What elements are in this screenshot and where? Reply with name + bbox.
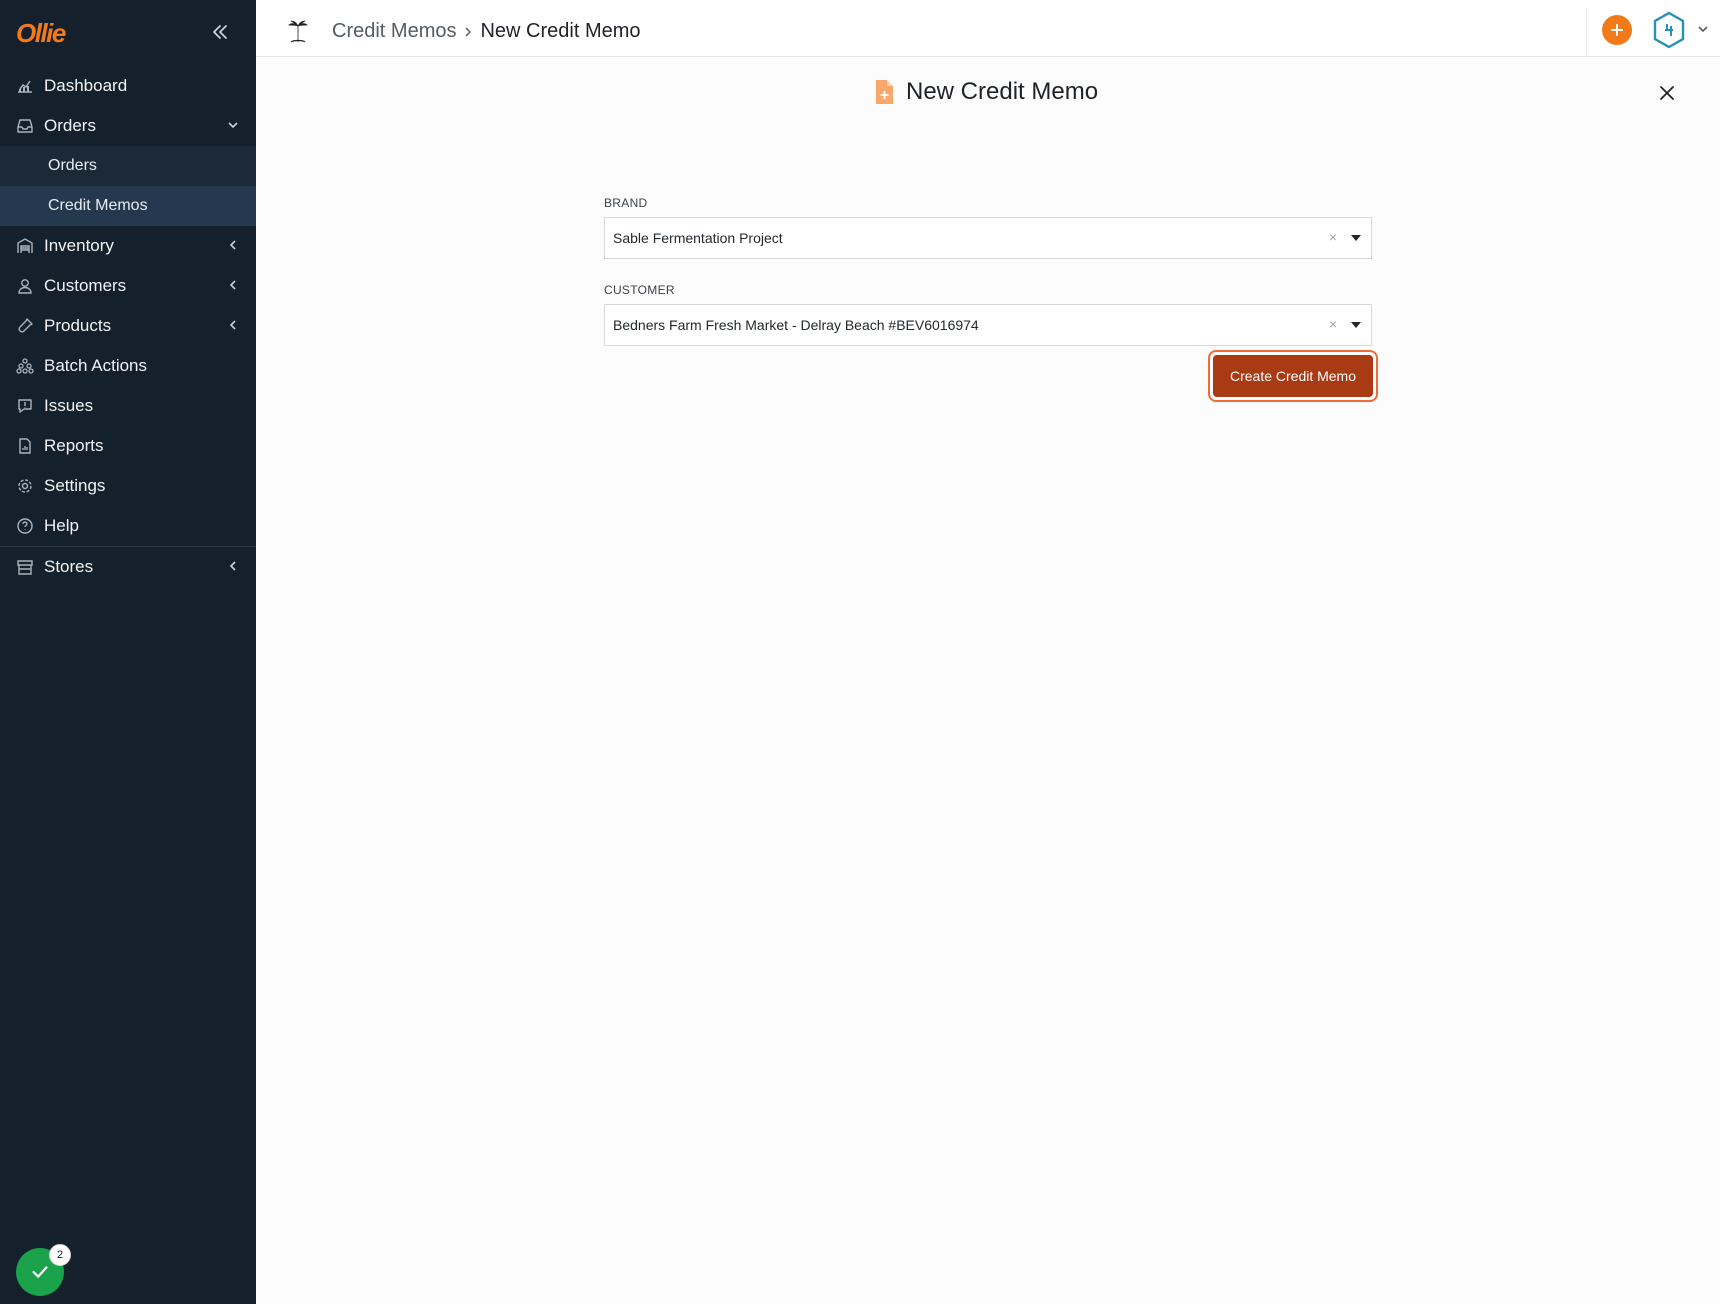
gear-icon [16, 477, 34, 495]
chevron-left-icon [229, 561, 236, 571]
sidebar-item-orders[interactable]: Orders [0, 106, 256, 146]
chevron-left-icon [229, 240, 236, 250]
chart-icon [16, 77, 34, 95]
status-count-badge: 2 [49, 1244, 71, 1266]
sidebar-item-products[interactable]: Products [0, 306, 256, 346]
sidebar-item-label: Dashboard [44, 76, 128, 95]
clear-customer-icon[interactable]: × [1329, 317, 1341, 331]
sidebar-subitem-credit-memos[interactable]: Credit Memos [0, 186, 256, 226]
create-credit-memo-button[interactable]: Create Credit Memo [1213, 355, 1373, 397]
collapse-sidebar-icon[interactable] [208, 20, 232, 44]
report-icon [16, 437, 34, 455]
sidebar: Ollie Dashboard Orders Orders Credit Mem… [0, 0, 256, 1304]
sidebar-item-settings[interactable]: Settings [0, 466, 256, 506]
store-icon [16, 558, 34, 576]
breadcrumb: Credit Memos New Credit Memo [332, 20, 641, 43]
plus-icon [1611, 24, 1623, 36]
page-title-text: New Credit Memo [906, 78, 1099, 105]
sidebar-item-help[interactable]: Help [0, 506, 256, 546]
customer-select-value: Bedners Farm Fresh Market - Delray Beach… [613, 317, 979, 333]
sidebar-nav: Dashboard Orders Orders Credit Memos Inv… [0, 66, 256, 587]
chevron-left-icon [229, 320, 236, 330]
breadcrumb-current: New Credit Memo [480, 20, 641, 42]
sidebar-subitem-orders[interactable]: Orders [0, 146, 256, 186]
sidebar-item-label: Orders [44, 116, 96, 135]
sidebar-item-batch-actions[interactable]: Batch Actions [0, 346, 256, 386]
sidebar-item-label: Reports [44, 436, 104, 455]
clear-brand-icon[interactable]: × [1329, 230, 1341, 244]
chevron-down-icon[interactable] [1696, 22, 1710, 36]
sidebar-item-label: Issues [44, 396, 94, 415]
sidebar-item-customers[interactable]: Customers [0, 266, 256, 306]
inbox-icon [16, 117, 34, 135]
sidebar-item-label: Customers [44, 276, 127, 295]
credit-memo-form: BRAND Sable Fermentation Project × CUSTO… [604, 196, 1372, 346]
top-bar: Credit Memos New Credit Memo [256, 0, 1720, 57]
customer-select[interactable]: Bedners Farm Fresh Market - Delray Beach… [604, 304, 1372, 346]
sidebar-item-issues[interactable]: Issues [0, 386, 256, 426]
chevron-down-icon [228, 122, 238, 129]
sidebar-item-label: Batch Actions [44, 356, 148, 375]
sidebar-item-label: Help [44, 516, 79, 535]
sidebar-item-dashboard[interactable]: Dashboard [0, 66, 256, 106]
brand-select-value: Sable Fermentation Project [613, 230, 783, 246]
warehouse-icon [16, 237, 34, 255]
sidebar-item-label: Inventory [44, 236, 114, 255]
page-title: New Credit Memo [874, 78, 1098, 106]
brand-label: BRAND [604, 196, 648, 210]
customer-dropdown-caret-icon[interactable] [1351, 322, 1361, 328]
brand-dropdown-caret-icon[interactable] [1351, 235, 1361, 241]
customer-label: CUSTOMER [604, 283, 675, 297]
sidebar-item-label: Stores [44, 557, 94, 576]
sidebar-item-stores[interactable]: Stores [0, 547, 256, 587]
user-icon [16, 277, 34, 295]
brand-logo-icon[interactable] [286, 18, 310, 46]
bottle-icon [16, 317, 34, 335]
account-hexagon-icon[interactable] [1650, 10, 1688, 50]
chevron-left-icon [229, 280, 236, 290]
breadcrumb-credit-memos-link[interactable]: Credit Memos [332, 20, 456, 43]
brand-select[interactable]: Sable Fermentation Project × [604, 217, 1372, 259]
sidebar-item-reports[interactable]: Reports [0, 426, 256, 466]
alert-icon [16, 397, 34, 415]
app-logo[interactable]: Ollie [16, 18, 66, 49]
quick-add-button[interactable] [1602, 15, 1632, 45]
help-icon [16, 517, 34, 535]
create-button-focus-ring: Create Credit Memo [1208, 350, 1378, 402]
header-divider [1586, 8, 1587, 56]
document-plus-icon [876, 80, 893, 104]
check-icon [32, 1266, 48, 1278]
sidebar-item-inventory[interactable]: Inventory [0, 226, 256, 266]
sidebar-item-label: Settings [44, 476, 106, 495]
stack-icon [16, 357, 34, 375]
close-icon[interactable] [1658, 84, 1676, 102]
chevron-right-icon [462, 25, 474, 39]
sidebar-item-label: Products [44, 316, 112, 335]
